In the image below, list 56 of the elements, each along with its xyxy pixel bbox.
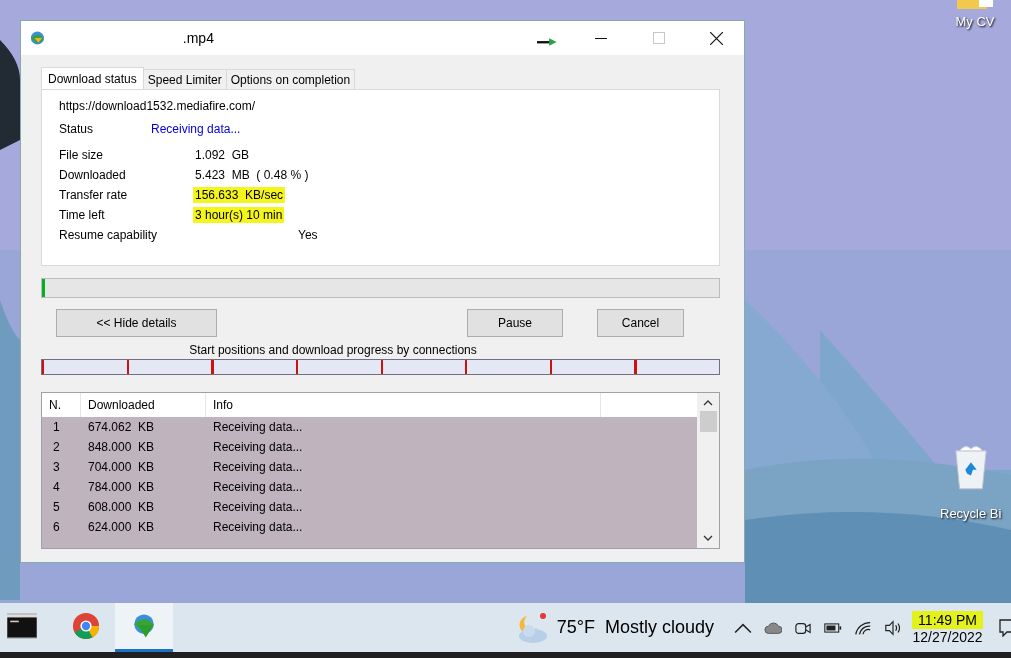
tab[interactable]: Speed Limiter (142, 69, 227, 89)
cancel-button[interactable]: Cancel (597, 309, 684, 337)
pause-button[interactable]: Pause (467, 309, 563, 337)
connections-caption: Start positions and download progress by connections (189, 343, 477, 359)
table-cell-text: 624.000 KB (87, 520, 156, 534)
table-cell-text: 608.000 KB (87, 500, 156, 514)
detail-label: File size (59, 148, 104, 162)
table-cell-text: 848.000 KB (87, 440, 156, 454)
tab[interactable]: Download status (41, 67, 144, 89)
chevron-down-icon[interactable] (703, 535, 713, 541)
detail-value: 3 hour(s) 10 min (193, 207, 285, 223)
detail-label: Time left (59, 208, 106, 222)
table-cell-text: 5 (52, 500, 61, 514)
clock-time[interactable]: 11:49 PM (912, 610, 983, 629)
detail-value: Receiving data... (150, 121, 242, 137)
scrollbar[interactable] (697, 393, 719, 548)
chevron-up-icon[interactable] (703, 400, 713, 406)
detail-value: Yes (297, 227, 319, 243)
table-cell-text: 4 (52, 480, 61, 494)
table-cell-text: Receiving data... (212, 440, 304, 454)
table-cell-text: 784.000 KB (87, 480, 156, 494)
table-cell-text: Receiving data... (212, 500, 304, 514)
clock-date[interactable]: 12/27/2022 (912, 628, 983, 645)
chrome-icon (71, 612, 101, 640)
table-cell-text: 674.062 KB (87, 420, 156, 434)
detail-value: 156.633 KB/sec (193, 187, 286, 203)
speaker-icon[interactable] (884, 619, 903, 636)
close-icon (710, 31, 724, 45)
table-cell-text: Receiving data... (212, 520, 304, 534)
scrollbar-thumb[interactable] (699, 411, 717, 432)
hide-details-button[interactable]: << Hide details (56, 309, 217, 337)
table-cell-text: 1 (52, 420, 61, 434)
download-url: https://download1532.mediafire.com/ (59, 99, 257, 115)
tab[interactable]: Options on completion (225, 69, 356, 89)
table-cell-text: 704.000 KB (87, 460, 156, 474)
maximize-icon (652, 32, 665, 44)
window-title: .mp4 (182, 30, 214, 46)
wifi-icon[interactable] (854, 619, 873, 636)
terminal-icon (7, 612, 37, 640)
detail-label: Resume capability (59, 228, 159, 242)
detail-label: Status (59, 122, 95, 136)
table-cell-text: Receiving data... (212, 420, 304, 434)
table-cell-text: Receiving data... (212, 480, 304, 494)
notification-icon[interactable] (999, 618, 1011, 637)
table-cell-text: 2 (52, 440, 61, 454)
detail-value: 1.092 GB (194, 147, 251, 163)
weather-condition[interactable]: Mostly cloudy (605, 617, 715, 638)
detail-label: Transfer rate (59, 188, 129, 202)
weather-temperature[interactable]: 75°F (556, 617, 596, 638)
cloud-icon[interactable] (764, 619, 783, 636)
right-arrow-icon (536, 38, 558, 46)
table-cell-text: Receiving data... (212, 460, 304, 474)
table-cell-text: 3 (52, 460, 61, 474)
detail-label: Downloaded (59, 168, 127, 182)
detail-value: 5.423 MB ( 0.48 % ) (194, 167, 310, 183)
table-cell-text: 6 (52, 520, 61, 534)
